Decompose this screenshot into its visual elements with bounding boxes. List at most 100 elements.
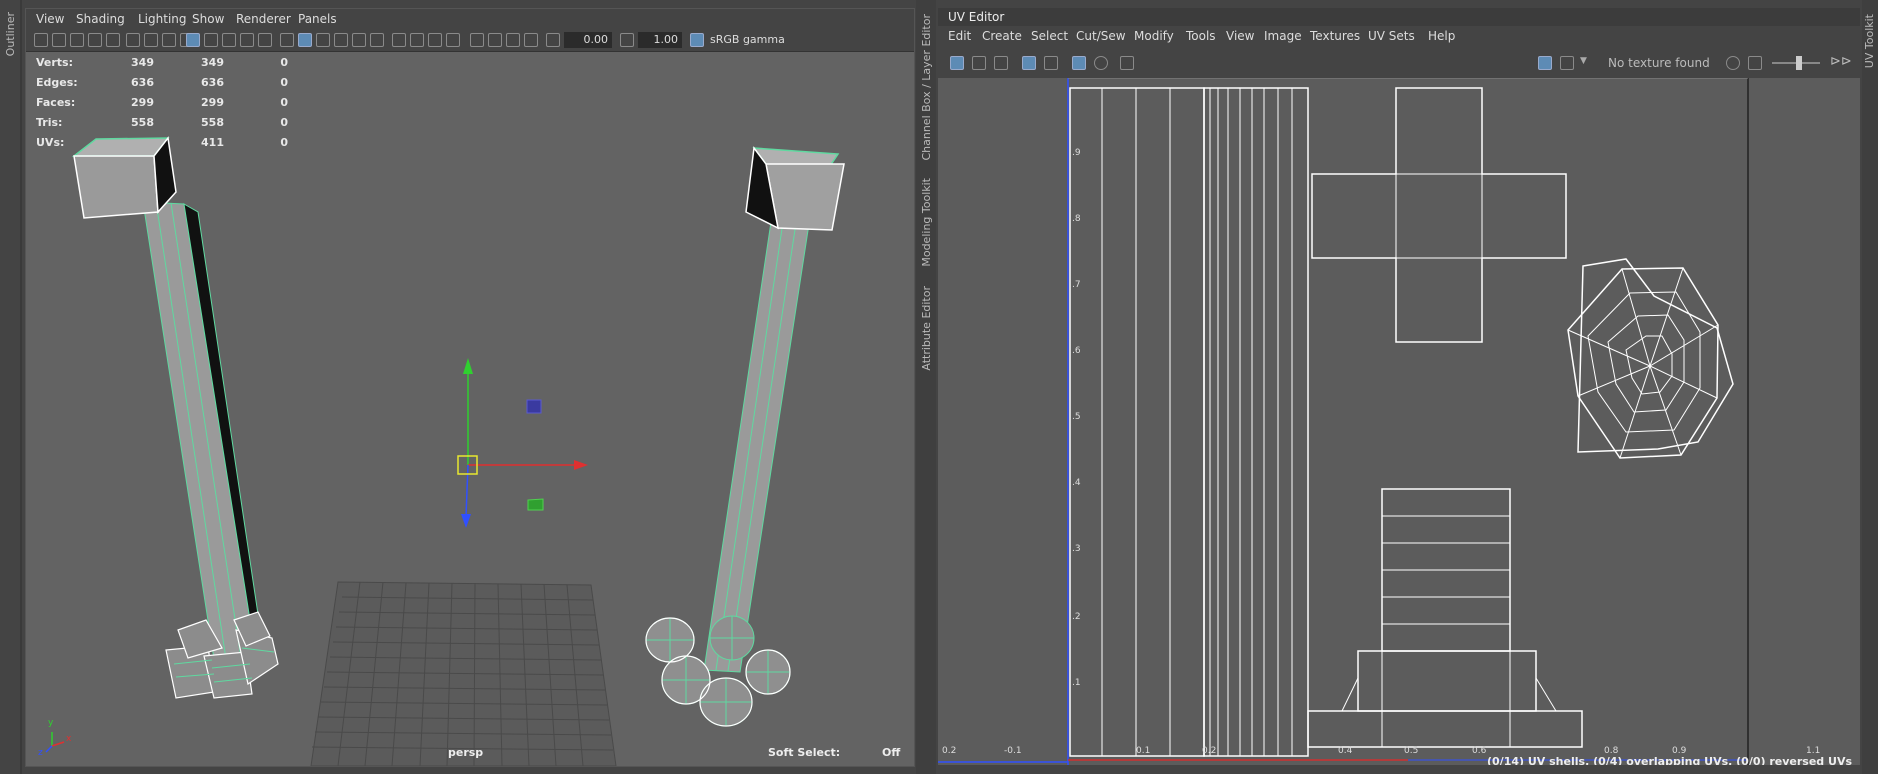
uv-checker-icon[interactable] xyxy=(1560,56,1574,70)
move-manipulator xyxy=(457,358,588,528)
uv-shell-selection-icon[interactable] xyxy=(950,56,964,70)
uv-menu-image[interactable]: Image xyxy=(1264,29,1302,43)
resolution-gate-icon[interactable] xyxy=(162,33,176,47)
modeling-toolkit-tab[interactable]: Modeling Toolkit xyxy=(920,178,933,267)
safe-action-icon[interactable] xyxy=(222,33,236,47)
xray-joints-icon[interactable] xyxy=(506,33,520,47)
uv-distortion-icon[interactable] xyxy=(1022,56,1036,70)
gamma-icon[interactable] xyxy=(620,33,634,47)
xray-icon[interactable] xyxy=(488,33,502,47)
grease-pencil-icon[interactable] xyxy=(106,33,120,47)
gamma-field[interactable]: 1.00 xyxy=(638,32,682,48)
uv-pixel-snap-icon[interactable] xyxy=(1094,56,1108,70)
uv-border-icon[interactable] xyxy=(1044,56,1058,70)
uv-menu-help[interactable]: Help xyxy=(1428,29,1455,43)
uv-u-tick: 0.2 xyxy=(1202,746,1217,756)
uv-menu-view[interactable]: View xyxy=(1226,29,1254,43)
channel-box-tab[interactable]: Channel Box / Layer Editor xyxy=(920,14,933,161)
viewport-toolbar: 0.00 1.00 sRGB gamma xyxy=(26,29,914,52)
uv-v-tick: .3 xyxy=(1072,544,1081,554)
left-lamp-model xyxy=(71,136,279,699)
uv-checker-dropdown-icon[interactable]: ▼ xyxy=(1580,56,1587,66)
uv-v-tick: .2 xyxy=(1072,612,1081,622)
xray-components-icon[interactable] xyxy=(524,33,538,47)
uv-menu-edit[interactable]: Edit xyxy=(948,29,971,43)
uv-v-tick: .8 xyxy=(1072,214,1081,224)
uv-toolbar-expand-icon[interactable]: ⊳⊳ xyxy=(1830,54,1852,69)
color-management-icon[interactable] xyxy=(690,33,704,47)
3d-viewport[interactable]: Verts: 349 349 0 Edges: 636 636 0 Faces:… xyxy=(26,52,914,766)
ground-grid xyxy=(310,581,617,766)
right-dock-strip xyxy=(1862,0,1878,774)
viewport-menu-bar: View Shading Lighting Show Renderer Pane… xyxy=(26,9,914,29)
axis-x-label: x xyxy=(66,734,72,744)
uv-menu-uv-sets[interactable]: UV Sets xyxy=(1368,29,1415,43)
soft-select-value: Off xyxy=(882,746,901,759)
uv-v-tick: .6 xyxy=(1072,346,1081,356)
menu-shading[interactable]: Shading xyxy=(76,12,125,26)
camera-name-label: persp xyxy=(448,746,484,759)
uv-exposure-slider-handle[interactable] xyxy=(1796,56,1802,70)
uv-menu-textures[interactable]: Textures xyxy=(1310,29,1360,43)
shadows-icon[interactable] xyxy=(370,33,384,47)
uv-menu-create[interactable]: Create xyxy=(982,29,1022,43)
uv-image-range-icon[interactable] xyxy=(1748,56,1762,70)
uv-u-tick: -0.1 xyxy=(1004,746,1022,756)
uv-snapshot-icon[interactable] xyxy=(1120,56,1134,70)
menu-panels[interactable]: Panels xyxy=(298,12,337,26)
camera-attributes-icon[interactable] xyxy=(52,33,66,47)
uv-v-tick: .5 xyxy=(1072,412,1081,422)
ambient-occlusion-icon[interactable] xyxy=(392,33,406,47)
uv-v-tick: .9 xyxy=(1072,148,1081,158)
wireframe-shading-icon[interactable] xyxy=(280,33,294,47)
camera-select-icon[interactable] xyxy=(34,33,48,47)
uv-menu-tools[interactable]: Tools xyxy=(1186,29,1216,43)
menu-view[interactable]: View xyxy=(36,12,64,26)
smooth-shade-icon[interactable] xyxy=(298,33,312,47)
exposure-icon[interactable] xyxy=(546,33,560,47)
uv-menu-modify[interactable]: Modify xyxy=(1134,29,1174,43)
depth-of-field-icon[interactable] xyxy=(446,33,460,47)
uv-color-management-icon[interactable] xyxy=(1726,56,1740,70)
textured-icon[interactable] xyxy=(334,33,348,47)
scene-geometry xyxy=(45,136,845,766)
use-lights-icon[interactable] xyxy=(352,33,366,47)
uv-u-tick: 0.4 xyxy=(1338,746,1353,756)
anti-aliasing-icon[interactable] xyxy=(428,33,442,47)
wireframe-on-shaded-icon[interactable] xyxy=(316,33,330,47)
uv-canvas[interactable]: .9 .8 .7 .6 .5 .4 .3 .2 .1 0.2 -0.1 0.1 … xyxy=(938,78,1860,765)
image-plane-icon[interactable] xyxy=(88,33,102,47)
safe-title-icon[interactable] xyxy=(240,33,254,47)
color-space-label[interactable]: sRGB gamma xyxy=(710,33,785,46)
film-gate-icon[interactable] xyxy=(144,33,158,47)
soft-select-label: Soft Select: xyxy=(768,746,841,759)
menu-renderer[interactable]: Renderer xyxy=(236,12,291,26)
uv-grid-icon[interactable] xyxy=(1072,56,1086,70)
field-chart-icon[interactable] xyxy=(204,33,218,47)
uv-display-image-icon[interactable] xyxy=(1538,56,1552,70)
left-strip xyxy=(20,0,22,774)
uv-editor-title: UV Editor xyxy=(948,10,1005,24)
axis-z-label: z xyxy=(38,748,43,758)
bookmark-icon[interactable] xyxy=(70,33,84,47)
attribute-editor-tab[interactable]: Attribute Editor xyxy=(920,286,933,371)
motion-blur-icon[interactable] xyxy=(410,33,424,47)
axis-y-label: y xyxy=(48,718,54,728)
grid-icon[interactable] xyxy=(126,33,140,47)
uv-orient-icon[interactable] xyxy=(994,56,1008,70)
exposure-field[interactable]: 0.00 xyxy=(564,32,612,48)
menu-show[interactable]: Show xyxy=(192,12,224,26)
uv-menu-cut-sew[interactable]: Cut/Sew xyxy=(1076,29,1126,43)
outliner-tab[interactable]: Outliner xyxy=(4,12,17,56)
uv-toolkit-tab[interactable]: UV Toolkit xyxy=(1863,14,1876,68)
texture-status-label: No texture found xyxy=(1608,56,1710,70)
isolate-select-icon[interactable] xyxy=(470,33,484,47)
wireframe-icon[interactable] xyxy=(186,33,200,47)
text-icon[interactable] xyxy=(258,33,272,47)
axis-triad-icon xyxy=(45,732,65,753)
uv-menu-bar: Edit Create Select Cut/Sew Modify Tools … xyxy=(938,26,1860,48)
uv-menu-select[interactable]: Select xyxy=(1031,29,1068,43)
uv-stack-icon[interactable] xyxy=(972,56,986,70)
uv-editor-panel: UV Editor Edit Create Select Cut/Sew Mod… xyxy=(938,8,1860,765)
menu-lighting[interactable]: Lighting xyxy=(138,12,187,26)
